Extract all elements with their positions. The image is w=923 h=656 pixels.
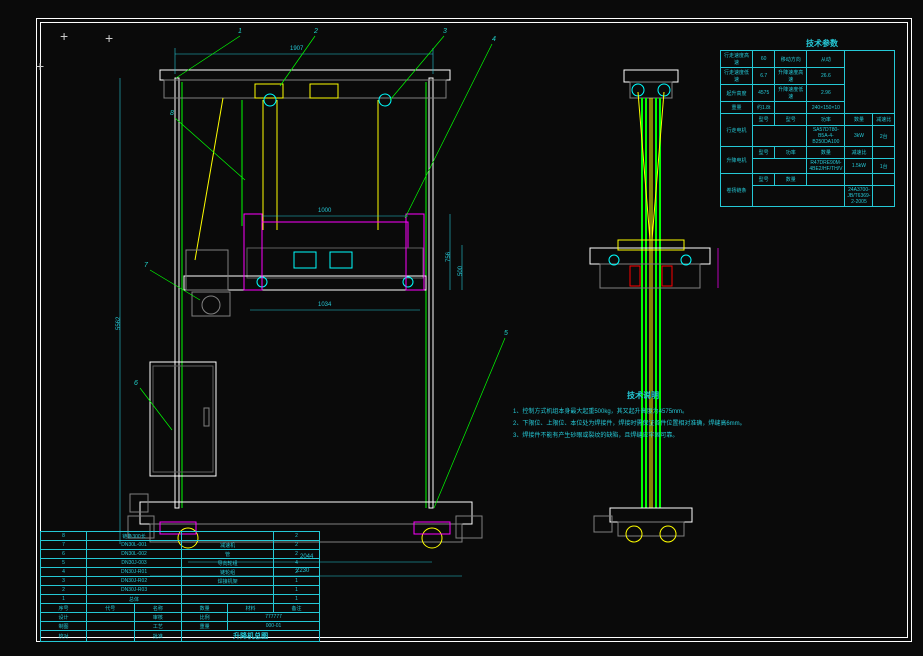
title-block: 8链条300长2 7DN30L-001减速机2 6DN30L-002管2 5DN…: [40, 531, 320, 642]
dim-height-left: 5562: [116, 317, 122, 330]
balloon-8: 8: [170, 110, 174, 117]
balloon-3: 3: [443, 28, 447, 35]
note-3: 3、焊接件不能有产生砂眼或裂纹的缺陷，且焊缝应牢固可靠。: [513, 430, 773, 442]
balloon-1: 1: [238, 28, 242, 35]
dim-inner-height2: 500: [458, 266, 464, 276]
notes-title: 技术说明: [513, 390, 773, 402]
balloon-4: 4: [492, 36, 496, 43]
note-2: 2、下限位、上限位、本位处为焊接件，焊接时需保证各件位置相对准确，焊缝高6mm。: [513, 418, 773, 430]
balloon-6: 6: [134, 380, 138, 387]
dim-top-span: 1907: [290, 46, 303, 52]
dim-mid-width: 1034: [318, 302, 331, 308]
tech-params-title: 技术参数: [806, 38, 838, 49]
tech-params-table: 行走速度高速60移动方向从动 行走速度低速6.7升降速度高速26.6 起升高度4…: [720, 50, 895, 207]
balloon-7: 7: [144, 262, 148, 269]
technical-notes: 技术说明 1、控制方式机组本身最大起重500kg，其又起升高度为4575mm。 …: [513, 390, 773, 442]
dim-inner-height: 756: [446, 252, 452, 262]
balloon-2: 2: [314, 28, 318, 35]
dim-inner-span: 1000: [318, 208, 331, 214]
balloon-5: 5: [504, 330, 508, 337]
note-1: 1、控制方式机组本身最大起重500kg，其又起升高度为4575mm。: [513, 406, 773, 418]
